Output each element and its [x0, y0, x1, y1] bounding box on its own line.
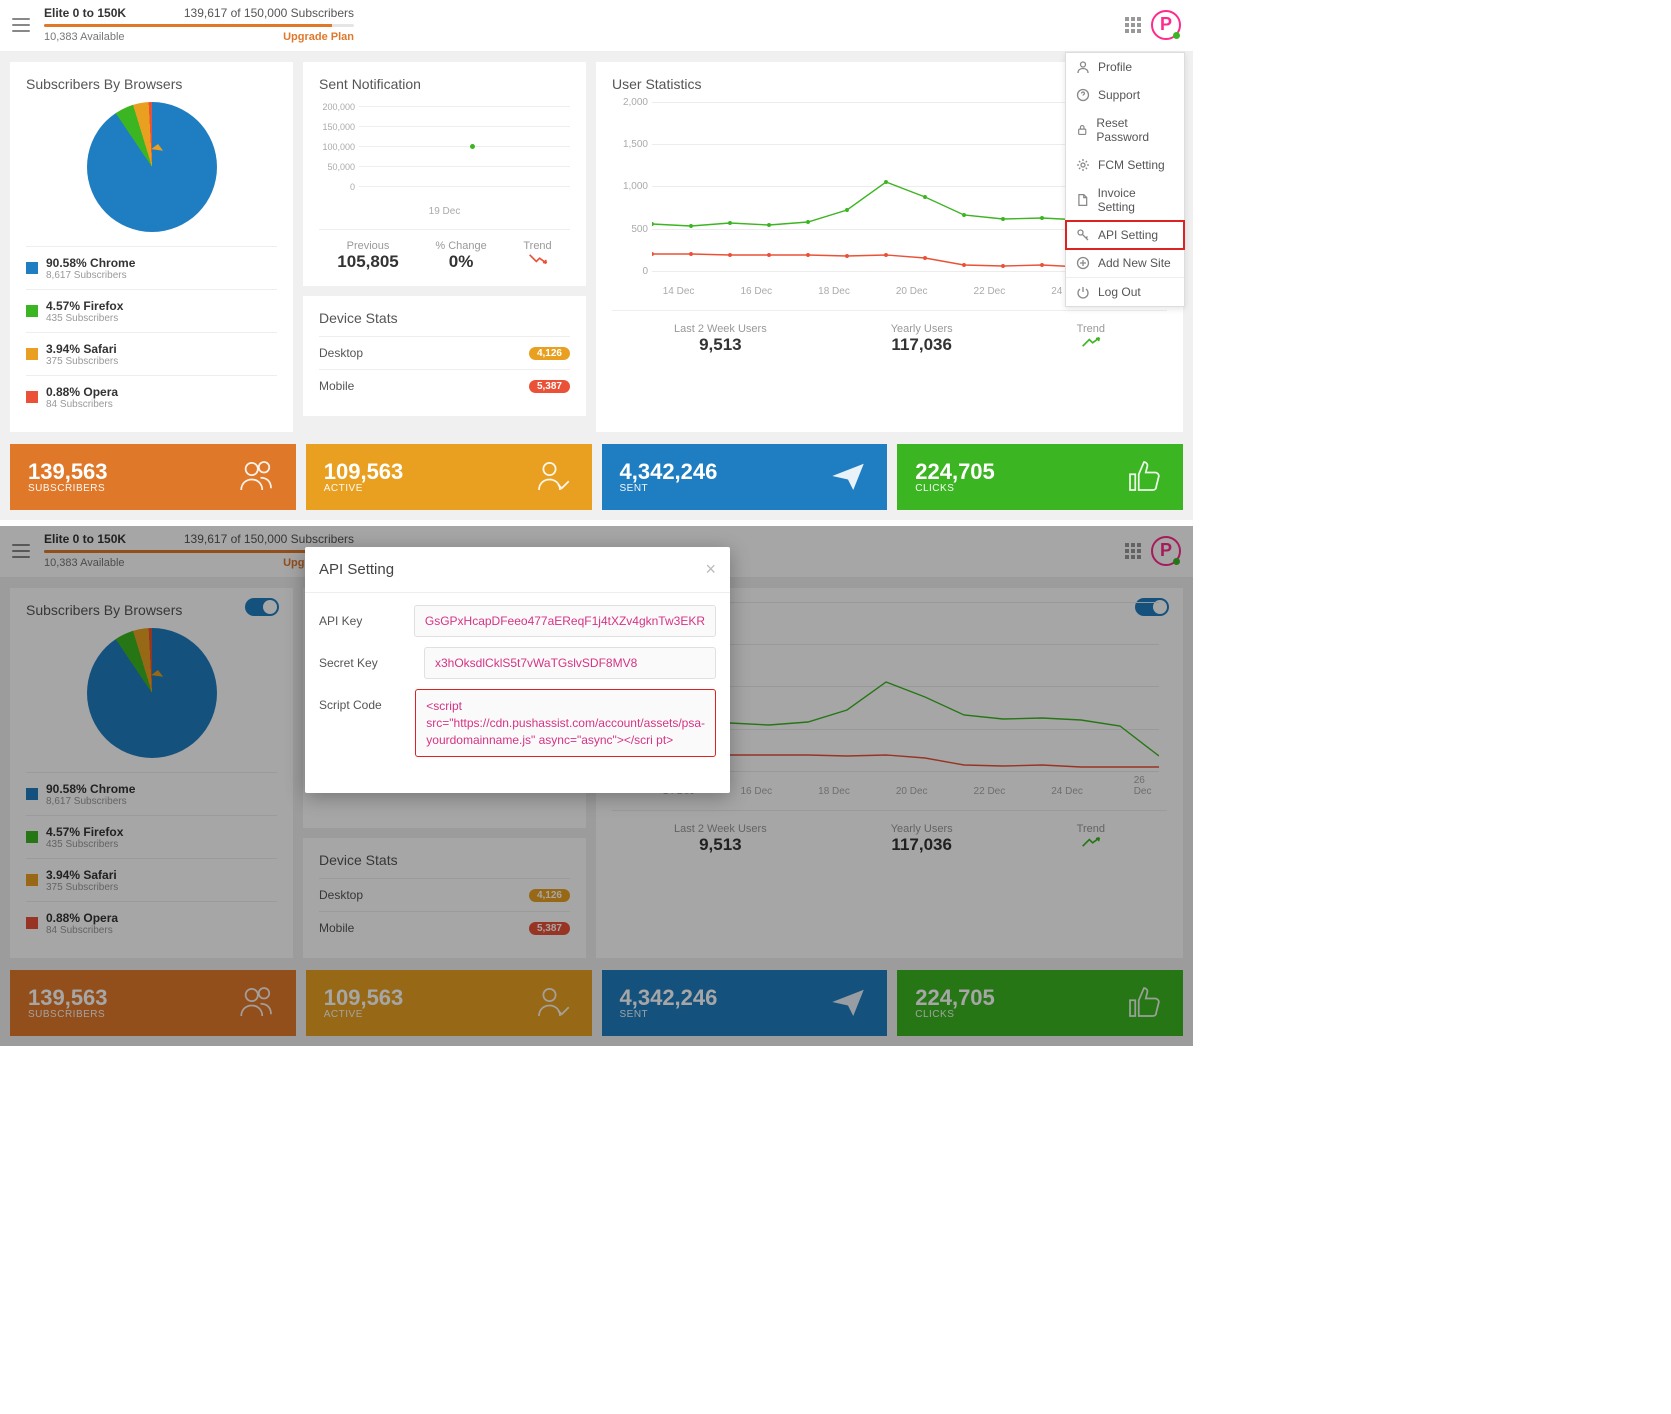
card-browsers: Subscribers By Browsers 90.58% Chrome8,6…: [10, 62, 293, 432]
dropdown-profile[interactable]: Profile: [1066, 53, 1184, 81]
sparkline: [207, 253, 277, 283]
dropdown-api-setting[interactable]: API Setting: [1066, 221, 1184, 249]
tile-clicks[interactable]: 224,705CLICKS: [897, 444, 1183, 510]
modal-title: API Setting: [319, 561, 394, 578]
notif-change: % Change 0%: [435, 240, 486, 272]
pie-chart: [87, 102, 217, 232]
send-icon: [827, 455, 869, 500]
notif-title: Sent Notification: [319, 76, 570, 92]
us-trend: Trend: [1077, 323, 1105, 355]
plan-count: 139,617 of 150,000 Subscribers: [184, 6, 354, 20]
browser-row: 3.94% Safari375 Subscribers: [26, 332, 277, 375]
tile-active[interactable]: 109,563ACTIVE: [306, 444, 592, 510]
plan-available: 10,383 Available: [44, 31, 125, 43]
thumbs-up-icon: [1123, 455, 1165, 500]
color-swatch: [26, 391, 38, 403]
dropdown-add-new-site[interactable]: Add New Site: [1066, 249, 1184, 277]
menu-icon[interactable]: [12, 18, 30, 32]
trend-down-icon: [528, 252, 548, 266]
script-code-label: Script Code: [319, 689, 415, 757]
profile-dropdown: ProfileSupportReset PasswordFCM SettingI…: [1065, 52, 1185, 307]
dropdown-support[interactable]: Support: [1066, 81, 1184, 109]
browser-row: 90.58% Chrome8,617 Subscribers: [26, 246, 277, 289]
card-notifications: Sent Notification 200,000 150,000 100,00…: [303, 62, 586, 286]
notif-xlabel: 19 Dec: [319, 206, 570, 217]
user-check-icon: [532, 455, 574, 500]
color-swatch: [26, 348, 38, 360]
plan-progress: [44, 24, 354, 27]
script-code-field[interactable]: <script src="https://cdn.pushassist.com/…: [415, 689, 716, 757]
dropdown-reset-password[interactable]: Reset Password: [1066, 109, 1184, 151]
dropdown-log-out[interactable]: Log Out: [1066, 277, 1184, 306]
dropdown-invoice-setting[interactable]: Invoice Setting: [1066, 179, 1184, 221]
desktop-badge: 4,126: [529, 347, 570, 360]
plan-name: Elite 0 to 150K: [44, 6, 126, 20]
us-yearly: Yearly Users117,036: [891, 323, 953, 355]
notif-plot: 200,000 150,000 100,000 50,000 0: [319, 102, 570, 202]
sparkline: [207, 296, 277, 326]
secret-key-label: Secret Key: [319, 647, 424, 679]
device-title: Device Stats: [319, 310, 570, 326]
close-icon[interactable]: ×: [705, 559, 716, 580]
tile-sent[interactable]: 4,342,246SENT: [602, 444, 888, 510]
card-device: Device Stats Desktop 4,126 Mobile 5,387: [303, 296, 586, 416]
device-mobile-row: Mobile 5,387: [319, 369, 570, 402]
users-icon: [236, 455, 278, 500]
sparkline: [207, 382, 277, 412]
trend-up-icon: [1081, 335, 1101, 349]
avatar[interactable]: P: [1151, 10, 1181, 40]
tile-subscribers[interactable]: 139,563SUBSCRIBERS: [10, 444, 296, 510]
browsers-title: Subscribers By Browsers: [26, 76, 277, 92]
color-swatch: [26, 305, 38, 317]
notif-point: [470, 144, 475, 149]
color-swatch: [26, 262, 38, 274]
us-two-week: Last 2 Week Users9,513: [674, 323, 767, 355]
device-desktop-row: Desktop 4,126: [319, 336, 570, 369]
apps-icon[interactable]: [1125, 17, 1141, 33]
browser-row: 4.57% Firefox435 Subscribers: [26, 289, 277, 332]
upgrade-link[interactable]: Upgrade Plan: [283, 31, 354, 43]
browser-row: 0.88% Opera84 Subscribers: [26, 375, 277, 418]
dropdown-fcm-setting[interactable]: FCM Setting: [1066, 151, 1184, 179]
plan-block: Elite 0 to 150K 139,617 of 150,000 Subsc…: [44, 6, 354, 43]
api-setting-modal: API Setting × API Key GsGPxHcapDFeeo477a…: [305, 547, 730, 793]
sparkline: [207, 339, 277, 369]
mobile-badge: 5,387: [529, 380, 570, 393]
secret-key-field[interactable]: x3hOksdlCklS5t7vWaTGslvSDF8MV8: [424, 647, 716, 679]
api-key-label: API Key: [319, 605, 414, 637]
api-key-field[interactable]: GsGPxHcapDFeeo477aEReqF1j4tXZv4gknTw3EKR: [414, 605, 716, 637]
notif-prev: Previous 105,805: [337, 240, 398, 272]
notif-trend: Trend: [523, 240, 551, 272]
